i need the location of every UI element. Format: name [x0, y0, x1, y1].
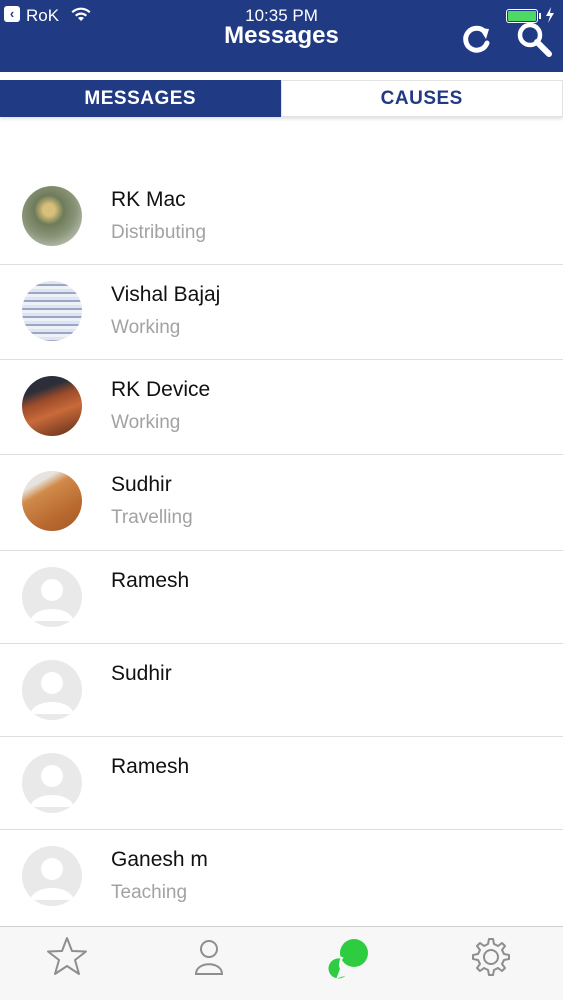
default-avatar-icon	[22, 846, 82, 906]
contact-name: RK Mac	[111, 188, 186, 211]
contact-name: Sudhir	[111, 473, 172, 496]
star-icon[interactable]	[44, 934, 90, 980]
avatar	[22, 376, 82, 436]
contact-status: Teaching	[111, 882, 188, 903]
list-item[interactable]: Vishal Bajaj Working	[0, 265, 563, 360]
contact-status: Working	[111, 412, 181, 433]
contact-name: Sudhir	[111, 662, 172, 685]
avatar	[22, 186, 82, 246]
list-item[interactable]: Ganesh m Teaching	[0, 830, 563, 923]
contact-status: Travelling	[111, 507, 193, 528]
bottom-tab-bar	[0, 926, 563, 1000]
gear-icon[interactable]	[468, 934, 514, 980]
avatar	[22, 471, 82, 531]
default-avatar-icon	[22, 567, 82, 627]
contact-status: Distributing	[111, 222, 207, 243]
search-icon[interactable]	[515, 20, 553, 58]
contact-name: Ramesh	[111, 755, 190, 778]
contact-name: Ganesh m	[111, 848, 208, 871]
contact-status: Working	[111, 317, 181, 338]
contact-list: RK Mac Distributing Vishal Bajaj Working…	[0, 170, 563, 923]
profile-icon[interactable]	[186, 934, 232, 980]
list-item[interactable]: Sudhir	[0, 644, 563, 737]
contact-name: Ramesh	[111, 569, 190, 592]
list-item[interactable]: RK Mac Distributing	[0, 170, 563, 265]
chat-icon[interactable]	[328, 934, 374, 980]
segment-tabs: MESSAGES CAUSES	[0, 80, 563, 117]
nav-header: ‹ RoK 10:35 PM Messages	[0, 0, 563, 72]
tab-causes[interactable]: CAUSES	[280, 80, 563, 117]
default-avatar-icon	[22, 753, 82, 813]
contact-name: Vishal Bajaj	[111, 283, 221, 306]
tab-messages[interactable]: MESSAGES	[0, 80, 281, 117]
list-item[interactable]: Ramesh	[0, 737, 563, 830]
list-item[interactable]: RK Device Working	[0, 360, 563, 455]
list-item[interactable]: Sudhir Travelling	[0, 455, 563, 551]
refresh-icon[interactable]	[458, 22, 494, 58]
contact-name: RK Device	[111, 378, 211, 401]
list-item[interactable]: Ramesh	[0, 551, 563, 644]
avatar	[22, 281, 82, 341]
default-avatar-icon	[22, 660, 82, 720]
